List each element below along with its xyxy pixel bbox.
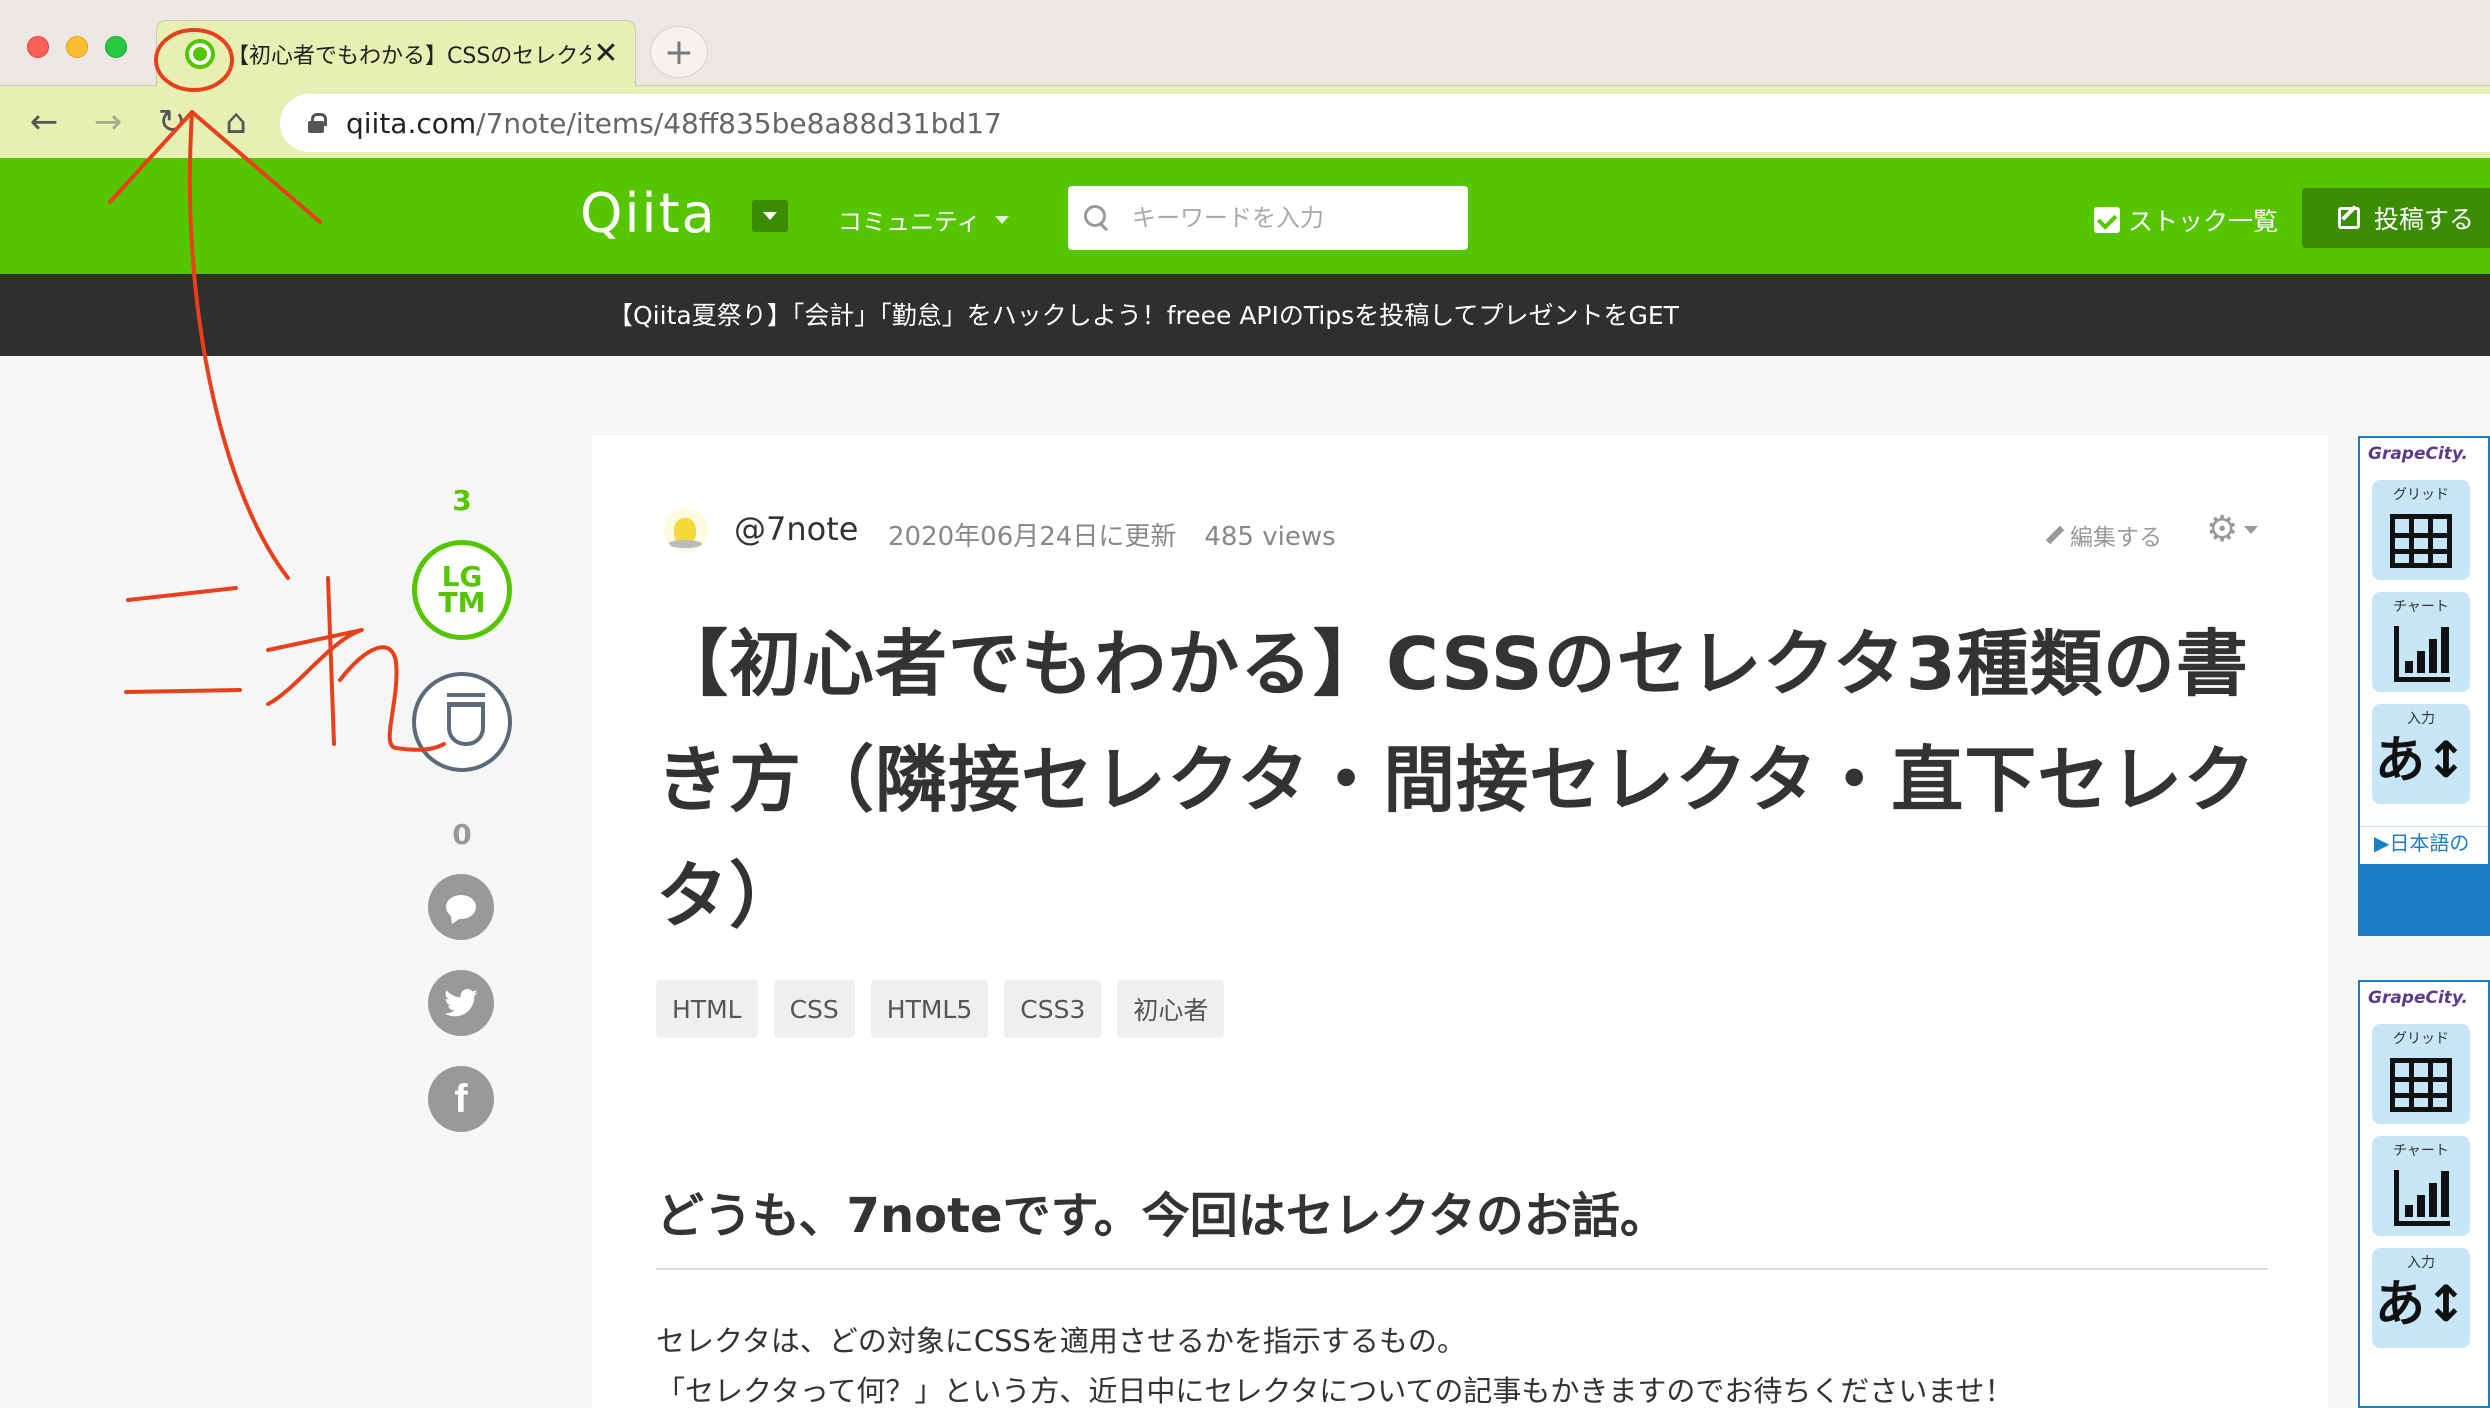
- forward-arrow-icon[interactable]: →: [90, 104, 126, 140]
- stock-list-label: ストック一覧: [2128, 207, 2279, 236]
- ad-tile-label: グリッド: [2393, 487, 2449, 503]
- browser-toolbar: ← → ↻ ⌂ qiita.com/7note/items/48ff835be8…: [0, 86, 2490, 158]
- community-label: コミュニティ: [838, 208, 981, 236]
- updated-date: 2020年06月24日に更新: [888, 522, 1177, 552]
- tag-html[interactable]: HTML: [656, 980, 758, 1038]
- ad-link[interactable]: ▶日本語の: [2360, 826, 2488, 855]
- tag-beginner[interactable]: 初心者: [1117, 980, 1225, 1038]
- community-menu[interactable]: コミュニティ: [838, 202, 1009, 237]
- body-paragraph: セレクタは、どの対象にCSSを適用させるかを指示するもの。: [656, 1324, 1466, 1358]
- comment-count: 0: [452, 818, 472, 851]
- settings-menu[interactable]: ⚙: [2206, 509, 2259, 550]
- back-arrow-icon[interactable]: ←: [26, 104, 62, 140]
- comment-button[interactable]: [428, 874, 494, 940]
- comment-icon: [446, 895, 476, 919]
- body-paragraph: 「セレクタって何？」という方、近日中にセレクタについての記事もかきますのでお待ち…: [656, 1374, 2014, 1408]
- site-header: Qiita コミュニティ ストック一覧 投稿する: [0, 158, 2490, 274]
- chevron-down-icon: [2244, 526, 2259, 534]
- lgtm-label-bottom: TM: [438, 586, 486, 619]
- ad-tile-label: 入力: [2407, 711, 2435, 727]
- annotation-stroke: [124, 688, 242, 694]
- stock-button[interactable]: [412, 672, 512, 772]
- tab-title: 【初心者でもわかる】CSSのセレクタ3種類の書き方（隣接セレクタ・間接セレクタ・…: [227, 43, 591, 69]
- qiita-logo[interactable]: Qiita: [580, 182, 717, 245]
- reload-icon[interactable]: ↻: [154, 104, 190, 140]
- ad-brand-logo: GrapeCity.: [2368, 988, 2468, 1008]
- browser-tab-active[interactable]: 【初心者でもわかる】CSSのセレクタ3種類の書き方（隣接セレクタ・間接セレクタ・…: [156, 20, 636, 86]
- pencil-icon: [2045, 525, 2065, 545]
- stock-list-link[interactable]: ストック一覧: [2094, 202, 2278, 238]
- ad-tile-label: チャート: [2393, 1143, 2449, 1159]
- facebook-share-button[interactable]: f: [428, 1066, 494, 1132]
- stock-check-icon: [2094, 207, 2120, 233]
- sidebar-ad[interactable]: GrapeCity. グリッド チャート 入力 あ↕ ▶日本語の: [2358, 436, 2490, 936]
- stock-icon: [447, 693, 485, 746]
- banner-text[interactable]: 【Qiita夏祭り】「会計」「勤怠」をハックしよう！freee APIのTips…: [608, 296, 1679, 332]
- view-count: 485 views: [1204, 522, 1336, 552]
- ad-tile-grid: グリッド: [2372, 1024, 2470, 1124]
- lgtm-count: 3: [452, 484, 472, 517]
- bar-chart-icon: [2394, 626, 2450, 682]
- twitter-share-button[interactable]: [428, 970, 494, 1036]
- ad-tile-label: グリッド: [2393, 1031, 2449, 1047]
- article-card: @7note 2020年06月24日に更新 485 views 編集する ⚙ 【初…: [592, 436, 2328, 1408]
- minimize-window-button[interactable]: [66, 36, 88, 58]
- ad-tile-chart: チャート: [2372, 592, 2470, 692]
- post-button[interactable]: 投稿する: [2302, 188, 2490, 248]
- grid-icon: [2390, 514, 2452, 568]
- article-title: 【初心者でもわかる】CSSのセレクタ3種類の書き方（隣接セレクタ・間接セレクタ・…: [656, 622, 2257, 938]
- hiragana-input-icon: あ↕: [2375, 731, 2467, 789]
- annotation-stroke: [266, 628, 364, 706]
- twitter-icon: [444, 989, 478, 1017]
- logo-dropdown-button[interactable]: [752, 200, 788, 232]
- qiita-favicon-icon: [185, 38, 215, 69]
- tag-css3[interactable]: CSS3: [1004, 980, 1102, 1038]
- home-icon[interactable]: ⌂: [218, 104, 254, 140]
- lgtm-button[interactable]: LG TM: [412, 540, 512, 640]
- ad-brand-logo: GrapeCity.: [2368, 444, 2468, 464]
- avatar[interactable]: [664, 508, 708, 552]
- tag-html5[interactable]: HTML5: [870, 980, 989, 1038]
- ad-tile-chart: チャート: [2372, 1136, 2470, 1236]
- hiragana-input-icon: あ↕: [2375, 1275, 2467, 1333]
- bar-chart-icon: [2394, 1170, 2450, 1226]
- url-path: /7note/items/48ff835be8a88d31bd17: [476, 106, 1002, 140]
- maximize-window-button[interactable]: [105, 36, 127, 58]
- article-meta: 2020年06月24日に更新 485 views: [888, 516, 1336, 553]
- browser-tab-bar: 【初心者でもわかる】CSSのセレクタ3種類の書き方（隣接セレクタ・間接セレクタ・…: [0, 0, 2490, 86]
- facebook-icon: f: [454, 1076, 468, 1121]
- ad-tile-label: 入力: [2407, 1255, 2435, 1271]
- new-tab-button[interactable]: +: [650, 26, 708, 78]
- annotation-stroke: [126, 586, 238, 602]
- close-icon[interactable]: ✕: [591, 36, 621, 71]
- grid-icon: [2390, 1058, 2452, 1112]
- edit-label: 編集する: [2070, 525, 2162, 551]
- close-window-button[interactable]: [27, 36, 49, 58]
- gear-icon: ⚙: [2206, 509, 2239, 550]
- search-icon: [1084, 205, 1110, 231]
- announcement-banner[interactable]: 【Qiita夏祭り】「会計」「勤怠」をハックしよう！freee APIのTips…: [0, 274, 2490, 356]
- ad-tile-label: チャート: [2393, 599, 2449, 615]
- tag-list: HTML CSS HTML5 CSS3 初心者: [656, 980, 1225, 1038]
- url-host: qiita.com: [346, 106, 477, 140]
- tag-css[interactable]: CSS: [773, 980, 855, 1038]
- chevron-down-icon: [994, 215, 1009, 224]
- ad-tile-grid: グリッド: [2372, 480, 2470, 580]
- annotation-stroke: [326, 576, 336, 746]
- lock-icon: [308, 113, 327, 133]
- address-bar[interactable]: qiita.com/7note/items/48ff835be8a88d31bd…: [280, 94, 2490, 152]
- edit-icon: [2338, 207, 2360, 229]
- author-name[interactable]: @7note: [734, 510, 858, 548]
- search-input[interactable]: [1132, 204, 1452, 232]
- sidebar-ad[interactable]: GrapeCity. グリッド チャート 入力 あ↕: [2358, 980, 2490, 1408]
- section-heading: どうも、7noteです。今回はセレクタのお話。: [656, 1176, 2268, 1270]
- search-box[interactable]: [1068, 186, 1468, 250]
- ad-footer: [2360, 864, 2488, 934]
- ad-tile-input: 入力 あ↕: [2372, 1248, 2470, 1348]
- post-label: 投稿する: [2374, 205, 2475, 234]
- edit-link[interactable]: 編集する: [2045, 518, 2162, 552]
- ad-tile-input: 入力 あ↕: [2372, 704, 2470, 804]
